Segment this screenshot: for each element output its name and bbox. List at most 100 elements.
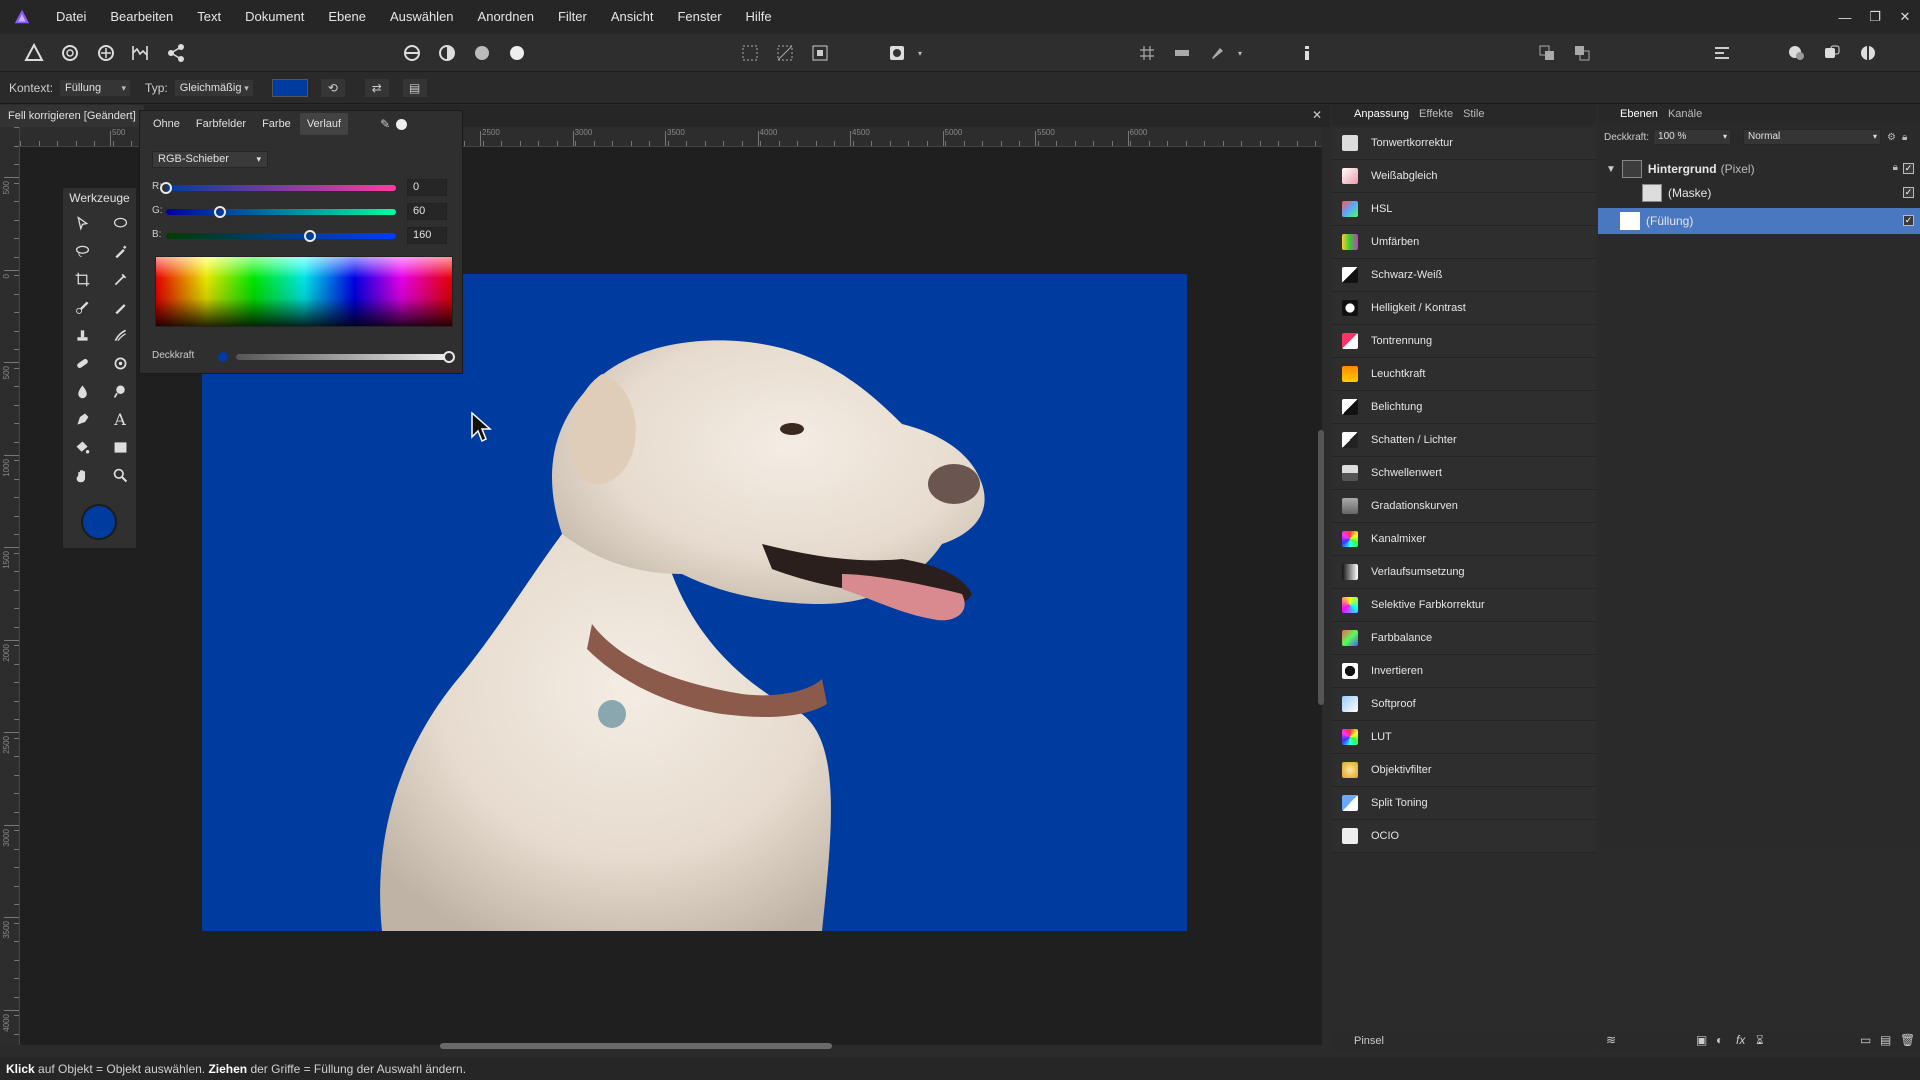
snapping-grid-icon[interactable] <box>1135 41 1159 65</box>
document-tab-title[interactable]: Fell korrigieren [Geändert] <box>0 105 144 127</box>
adjustment-item[interactable]: Helligkeit / Kontrast <box>1332 292 1596 325</box>
rectangle-tool-icon[interactable] <box>109 436 131 458</box>
close-window-icon[interactable]: ✕ <box>1890 0 1920 34</box>
adjustment-item[interactable]: Weißabgleich <box>1332 160 1596 193</box>
reverse-fill-icon[interactable]: ⟲ <box>319 77 346 98</box>
tab-farbe[interactable]: Farbe <box>255 113 298 135</box>
opacity-slider-knob[interactable] <box>443 351 455 363</box>
dodge-tool-icon[interactable] <box>71 380 93 402</box>
photo-persona-icon[interactable] <box>22 41 46 65</box>
adjustment-item[interactable]: Softproof <box>1332 688 1596 721</box>
develop-persona-icon[interactable] <box>94 41 118 65</box>
adjustment-item[interactable]: Umfärben <box>1332 226 1596 259</box>
tab-farbfelder[interactable]: Farbfelder <box>189 113 253 135</box>
menu-text[interactable]: Text <box>185 0 233 34</box>
delete-layer-icon[interactable]: 🗑︎ <box>1900 1033 1915 1047</box>
green-slider-track[interactable] <box>166 209 396 215</box>
opacity-slider-track[interactable] <box>236 354 451 360</box>
menu-fenster[interactable]: Fenster <box>665 0 733 34</box>
pixel-brush-tool-icon[interactable] <box>109 296 131 318</box>
brushes-panel-bar[interactable]: Pinsel <box>1332 1030 1596 1052</box>
auto-white-balance-icon[interactable] <box>505 41 529 65</box>
tab-stile[interactable]: Stile <box>1463 108 1484 120</box>
kontext-select[interactable]: Füllung <box>59 78 132 97</box>
clone-stamp-tool-icon[interactable] <box>71 324 93 346</box>
healing-brush-tool-icon[interactable] <box>71 352 93 374</box>
layer-opacity-select[interactable]: 100 % <box>1653 129 1732 145</box>
menu-ansicht[interactable]: Ansicht <box>599 0 666 34</box>
layer-visibility-checkbox[interactable]: ✓ <box>1903 163 1914 174</box>
add-mask-icon[interactable]: ▣ <box>1696 1033 1710 1047</box>
adjustment-item[interactable]: Schwarz-Weiß <box>1332 259 1596 292</box>
close-document-icon[interactable]: ✕ <box>1312 108 1322 122</box>
menu-auswaehlen[interactable]: Auswählen <box>378 0 466 34</box>
affinity-photo-logo-icon[interactable] <box>0 0 44 34</box>
paint-brush-tool-icon[interactable] <box>71 296 93 318</box>
layer-row-fuellung[interactable]: (Füllung) ✓ <box>1598 208 1920 234</box>
red-slider-knob[interactable] <box>160 182 172 194</box>
add-adjustment-icon[interactable]: ◐ <box>1716 1033 1730 1047</box>
burn-tool-icon[interactable] <box>109 380 131 402</box>
snapping-dropdown-icon[interactable]: ▾ <box>1234 41 1246 65</box>
adjustment-item[interactable]: Tontrennung <box>1332 325 1596 358</box>
eyedropper-tool-icon[interactable] <box>109 268 131 290</box>
add-pixel-layer-icon[interactable]: ▤ <box>1880 1033 1894 1047</box>
smudge-tool-icon[interactable] <box>109 324 131 346</box>
quick-mask-dropdown-icon[interactable]: ▾ <box>914 41 926 65</box>
studio-icon[interactable] <box>1856 41 1880 65</box>
adjustment-item[interactable]: HSL <box>1332 193 1596 226</box>
menu-anordnen[interactable]: Anordnen <box>466 0 546 34</box>
fill-color-swatch[interactable] <box>271 78 308 97</box>
adjustment-item[interactable]: Objektivfilter <box>1332 754 1596 787</box>
adjustment-item[interactable]: Belichtung <box>1332 391 1596 424</box>
auto-colors-icon[interactable] <box>470 41 494 65</box>
move-back-icon[interactable] <box>1570 41 1594 65</box>
menu-bearbeiten[interactable]: Bearbeiten <box>98 0 185 34</box>
auto-levels-icon[interactable] <box>400 41 424 65</box>
tab-verlauf[interactable]: Verlauf <box>299 113 349 135</box>
green-slider-knob[interactable] <box>214 206 227 218</box>
hand-tool-icon[interactable] <box>71 464 93 486</box>
adjustment-item[interactable]: Split Toning <box>1332 787 1596 820</box>
adjustment-item[interactable]: Farbbalance <box>1332 622 1596 655</box>
fill-color-circle[interactable] <box>81 504 117 540</box>
tab-ebenen[interactable]: Ebenen <box>1620 108 1658 120</box>
adjustment-item[interactable]: Schatten / Lichter <box>1332 424 1596 457</box>
text-tool-icon[interactable]: A <box>109 408 131 430</box>
view-mode-icon[interactable] <box>1820 41 1844 65</box>
adjustment-item[interactable]: Schwellenwert <box>1332 457 1596 490</box>
add-group-icon[interactable]: ▭ <box>1860 1033 1874 1047</box>
layer-row-hintergrund[interactable]: ▼ Hintergrund (Pixel) 🔒︎ ✓ <box>1598 156 1920 182</box>
lasso-tool-icon[interactable] <box>71 240 93 262</box>
tab-kanaele[interactable]: Kanäle <box>1668 108 1702 120</box>
adjustment-item[interactable]: Tonwertkorrektur <box>1332 127 1596 160</box>
align-icon[interactable] <box>1710 41 1734 65</box>
menu-dokument[interactable]: Dokument <box>233 0 316 34</box>
snapping-magnet-icon[interactable] <box>1205 41 1229 65</box>
pen-tool-icon[interactable] <box>71 408 93 430</box>
blue-value-field[interactable]: 160 <box>407 227 447 244</box>
expand-layer-icon[interactable]: ▼ <box>1606 164 1616 175</box>
blue-slider-track[interactable] <box>166 233 396 239</box>
layer-settings-icon[interactable]: ⚙ <box>1887 132 1896 143</box>
fill-tool-icon[interactable] <box>71 436 93 458</box>
adjustment-item[interactable]: Selektive Farbkorrektur <box>1332 589 1596 622</box>
menu-hilfe[interactable]: Hilfe <box>734 0 784 34</box>
layers-stack-icon[interactable]: ≋ <box>1606 1033 1620 1047</box>
quick-mask-icon[interactable] <box>885 41 909 65</box>
layer-row-maske[interactable]: (Maske) ✓ <box>1598 180 1920 206</box>
eyedropper-icon[interactable]: ✎ <box>380 117 390 131</box>
horizontal-scrollbar[interactable] <box>440 1043 832 1049</box>
tone-mapping-persona-icon[interactable] <box>128 41 152 65</box>
info-icon[interactable] <box>1295 41 1319 65</box>
layer-visibility-checkbox[interactable]: ✓ <box>1903 187 1914 198</box>
move-tool-icon[interactable] <box>71 212 93 234</box>
fill-options-icon[interactable]: ▤ <box>401 77 428 98</box>
red-slider-track[interactable] <box>166 185 396 191</box>
menu-ebene[interactable]: Ebene <box>316 0 378 34</box>
liquify-persona-icon[interactable] <box>58 41 82 65</box>
adjustment-item[interactable]: Kanalmixer <box>1332 523 1596 556</box>
adjustment-item[interactable]: Leuchtkraft <box>1332 358 1596 391</box>
layer-visibility-checkbox[interactable]: ✓ <box>1903 215 1914 226</box>
adjustment-item[interactable]: Gradationskurven <box>1332 490 1596 523</box>
